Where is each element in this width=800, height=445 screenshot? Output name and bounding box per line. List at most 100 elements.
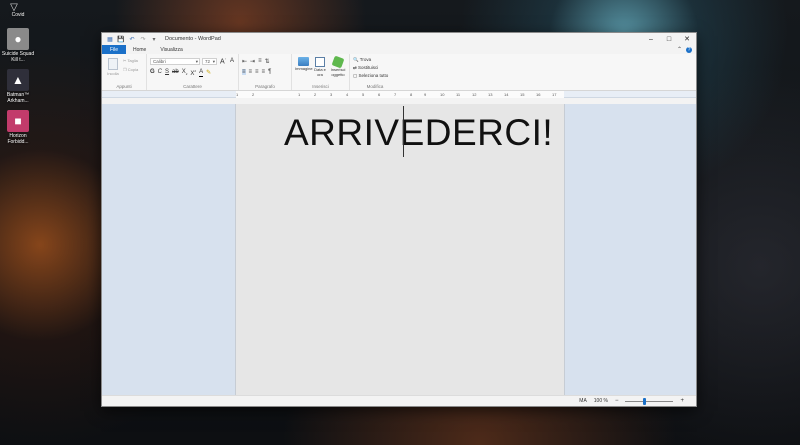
help-icon[interactable]: ? [686, 46, 692, 53]
paste-button[interactable]: Incolla [106, 58, 120, 76]
paragraph-settings-icon[interactable]: ¶ [268, 69, 271, 75]
ribbon-collapse-icon[interactable]: ⌃ [677, 46, 682, 53]
ruler[interactable]: 1 2 1 2 3 4 5 6 7 8 9 10 11 12 13 14 15 … [102, 91, 696, 98]
find-label: Trova [359, 57, 372, 62]
font-name-select[interactable]: Calibri ▾ [150, 58, 200, 65]
ruler-number: 3 [330, 92, 333, 97]
group-label-editing: Modifica [366, 84, 384, 89]
picture-icon [297, 57, 309, 66]
replace-icon: ⇄ [353, 65, 357, 70]
status-bar: MA 100 % − + [102, 395, 696, 406]
align-center-icon[interactable]: ≡ [249, 69, 253, 75]
tab-visualizza[interactable]: Visualizza [153, 45, 189, 54]
chevron-down-icon: ▾ [212, 59, 215, 64]
select-all-button[interactable]: ▢ Seleziona tutto [353, 73, 388, 79]
superscript-icon[interactable]: X2 [190, 69, 196, 77]
group-label-font: Carattere [183, 84, 202, 89]
copy-button[interactable]: ❐ Copia [123, 67, 138, 72]
grow-font-icon[interactable]: A↑ [220, 57, 226, 65]
desktop-icon-horizon[interactable]: ■ Horizon Forbidd... [0, 110, 36, 145]
shrink-font-icon[interactable]: A [230, 58, 234, 64]
font-name-value: Calibri [153, 59, 166, 64]
italic-icon[interactable]: C [158, 69, 162, 77]
window-title: Documento - WordPad [165, 36, 221, 42]
font-color-icon[interactable]: A [199, 69, 204, 77]
zoom-slider[interactable] [625, 397, 674, 405]
zoom-in-button[interactable]: + [680, 398, 684, 404]
bullet-list-icon[interactable]: ≡ [258, 58, 262, 65]
ruler-page-area [236, 91, 564, 98]
underline-icon[interactable]: S [165, 69, 169, 77]
ruler-number: 12 [472, 92, 477, 97]
chevron-down-icon: ▾ [195, 59, 198, 64]
align-left-icon[interactable]: ≡ [242, 69, 246, 75]
picture-label: Immagine [295, 66, 313, 71]
ruler-number: 10 [440, 92, 445, 97]
select-all-icon: ▢ [353, 73, 358, 78]
cut-button[interactable]: ✂ Taglia [123, 58, 138, 63]
desktop-icon-label: Batman™ Arkham... [6, 92, 30, 104]
close-button[interactable]: ✕ [678, 33, 696, 45]
ruler-number: 4 [346, 92, 349, 97]
desktop-icon-batman[interactable]: ▲ Batman™ Arkham... [0, 69, 36, 104]
tab-home[interactable]: Home [126, 45, 153, 54]
select-all-label: Seleziona tutto [358, 73, 389, 78]
ribbon-tabs: File Home Visualizza ⌃ ? [102, 45, 696, 54]
desktop-icon-suicide-squad[interactable]: ● Suicide Squad Kill t... [0, 28, 36, 63]
tab-file[interactable]: File [102, 45, 126, 54]
save-icon[interactable]: 💾 [117, 35, 125, 43]
text-caret [403, 106, 404, 157]
picture-button[interactable]: Immagine [295, 57, 313, 71]
font-size-select[interactable]: 72 ▾ [202, 58, 217, 65]
decrease-indent-icon[interactable]: ⇤ [242, 58, 247, 65]
triangle-logo-icon: ▽ [10, 1, 18, 13]
quick-access-dropdown-icon[interactable]: ▾ [150, 35, 158, 43]
ruler-number: 11 [456, 92, 461, 97]
desktop-icon-covid[interactable]: Covid [0, 12, 36, 18]
paste-icon [108, 58, 118, 70]
insert-object-button[interactable]: Inserisci oggetto [328, 55, 348, 77]
document-text[interactable]: ARRIVEDERCI! [284, 112, 553, 154]
ruler-number: 13 [488, 92, 493, 97]
ruler-number: 2 [314, 92, 317, 97]
ruler-number: 8 [410, 92, 413, 97]
ruler-number: 16 [536, 92, 541, 97]
title-bar[interactable]: ▦ 💾 ↶ ↷ ▾ Documento - WordPad – □ ✕ [102, 33, 696, 45]
maximize-button[interactable]: □ [660, 33, 678, 45]
find-button[interactable]: 🔍 Trova [353, 57, 371, 63]
zoom-out-button[interactable]: − [615, 398, 619, 404]
ruler-number: 14 [504, 92, 509, 97]
desktop-icon-label: Covid [11, 12, 25, 18]
strikethrough-icon[interactable]: ab [172, 69, 179, 77]
bold-icon[interactable]: G [150, 69, 155, 77]
redo-icon[interactable]: ↷ [139, 35, 147, 43]
ruler-number: 5 [362, 92, 365, 97]
group-paragraph: ⇤ ⇥ ≡ ⇅ ≡ ≡ ≡ ≡ ¶ Paragrafo [239, 54, 292, 90]
group-font: Calibri ▾ 72 ▾ A↑ A G C S ab X2 X2 A ✎ C… [147, 54, 239, 90]
document-page[interactable]: ARRIVEDERCI! [235, 104, 565, 395]
datetime-button[interactable]: Data e ora [313, 57, 327, 77]
ruler-number: 2 [252, 92, 255, 97]
zoom-level: 100 % [593, 398, 608, 404]
copy-label: Copia [127, 67, 139, 72]
undo-icon[interactable]: ↶ [128, 35, 136, 43]
line-spacing-icon[interactable]: ⇅ [265, 58, 270, 65]
group-editing: 🔍 Trova ⇄ Sostituisci ▢ Seleziona tutto … [350, 54, 400, 90]
datetime-label: Data e ora [314, 67, 326, 77]
insert-object-label: Inserisci oggetto [330, 67, 346, 77]
increase-indent-icon[interactable]: ⇥ [250, 58, 255, 65]
zoom-slider-thumb[interactable] [643, 397, 647, 405]
subscript-icon[interactable]: X2 [182, 69, 188, 77]
minimize-button[interactable]: – [642, 33, 660, 45]
justify-icon[interactable]: ≡ [262, 69, 266, 75]
ruler-number: 9 [424, 92, 427, 97]
align-right-icon[interactable]: ≡ [255, 69, 259, 75]
highlight-icon[interactable]: ✎ [206, 69, 211, 77]
replace-button[interactable]: ⇄ Sostituisci [353, 65, 378, 71]
ruler-number: 15 [520, 92, 525, 97]
ribbon: Incolla ✂ Taglia ❐ Copia Appunti Calibri… [102, 54, 696, 91]
horizon-icon: ■ [7, 110, 29, 132]
paste-label: Incolla [107, 71, 119, 76]
desktop-icon-label: Suicide Squad Kill t... [1, 51, 35, 63]
document-workspace: ARRIVEDERCI! [102, 104, 696, 395]
